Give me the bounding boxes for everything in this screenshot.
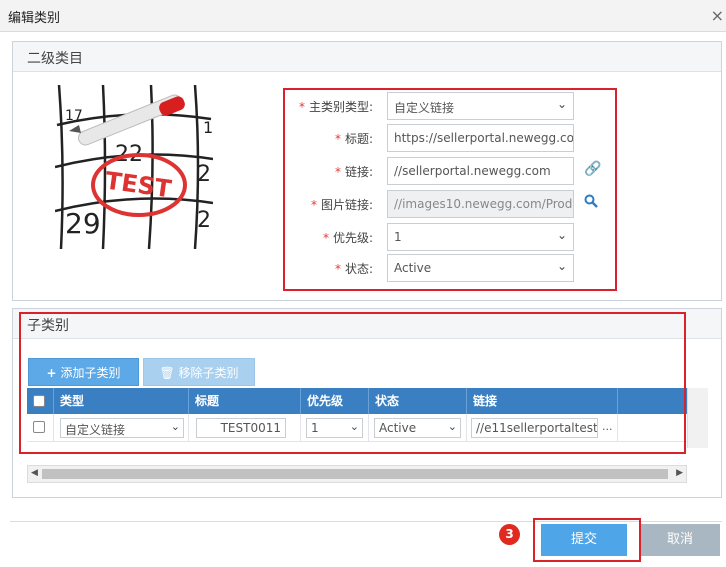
table-row: 自定义链接 ⌄ TEST0011 1 ⌄ Active ⌄ //e11sellerpo… [27, 414, 708, 442]
link-icon[interactable]: 🔗 [584, 161, 601, 177]
image-link-label: * 图片链接: [310, 198, 373, 212]
svg-text:1: 1 [203, 118, 213, 137]
search-icon[interactable] [584, 194, 598, 208]
status-select[interactable]: Active ⌄ [387, 254, 574, 282]
chevron-down-icon: ⌄ [556, 228, 567, 242]
column-header-extra [618, 388, 689, 414]
row-link-cell: //e11sellerportaltest.ne ... [467, 414, 618, 442]
form-row-main-type: * 主类别类型: 自定义链接 ⌄ [290, 92, 590, 120]
row-type-cell: 自定义链接 ⌄ [54, 414, 189, 442]
row-priority-select[interactable]: 1 ⌄ [306, 418, 363, 438]
form-row-priority: * 优先级: 1 ⌄ [290, 223, 590, 251]
grid-header: 类型 标题 优先级 状态 链接 [27, 388, 708, 414]
plus-icon: + [46, 366, 57, 380]
form-row-link: * 链接: //sellerportal.newegg.com 🔗 [290, 157, 601, 185]
row-checkbox[interactable] [33, 421, 45, 433]
dialog-title: 编辑类别 [8, 11, 61, 26]
priority-select[interactable]: 1 ⌄ [387, 223, 574, 251]
row-status-cell: Active ⌄ [369, 414, 467, 442]
chevron-down-icon: ⌄ [556, 259, 567, 273]
vertical-scrollbar[interactable] [687, 388, 708, 448]
link-label: * 链接: [334, 165, 373, 179]
svg-text:29: 29 [65, 207, 101, 240]
row-title-cell: TEST0011 [189, 414, 301, 442]
trash-icon: 🗑 [159, 366, 175, 380]
footer-divider [10, 521, 722, 522]
calendar-test-image: 17 1 22 2 29 2 TEST [55, 85, 213, 249]
svg-text:2: 2 [197, 208, 211, 233]
row-status-select[interactable]: Active ⌄ [374, 418, 461, 438]
scroll-left-icon[interactable]: ◀ [31, 468, 38, 478]
svg-text:2: 2 [197, 162, 211, 187]
title-label: * 标题: [334, 132, 373, 146]
row-link-input[interactable]: //e11sellerportaltest.ne [471, 418, 598, 438]
column-header-type[interactable]: 类型 [54, 388, 189, 414]
horizontal-scrollbar[interactable]: ◀ ▶ [27, 465, 687, 483]
title-input[interactable]: https://sellerportal.newegg.com [387, 124, 574, 152]
remove-subcategory-button[interactable]: 🗑 移除子类别 [143, 358, 255, 386]
priority-label: * 优先级: [322, 231, 373, 245]
row-select-cell [27, 414, 54, 442]
form-row-title: * 标题: https://sellerportal.newegg.com [290, 124, 590, 152]
submit-button[interactable]: 提交 [541, 524, 627, 556]
scroll-thumb[interactable] [42, 469, 668, 479]
row-priority-cell: 1 ⌄ [301, 414, 369, 442]
status-label: * 状态: [334, 262, 373, 276]
scroll-right-icon[interactable]: ▶ [676, 468, 683, 478]
row-extra-cell [618, 414, 689, 442]
row-title-input[interactable]: TEST0011 [196, 418, 286, 438]
panel-title: 二级类目 [27, 51, 83, 67]
header-select-cell [27, 388, 54, 414]
row-link-more-icon[interactable]: ... [602, 420, 613, 433]
image-link-input[interactable]: //images10.newegg.com/Produc [387, 190, 574, 218]
column-header-status[interactable]: 状态 [369, 388, 467, 414]
select-all-checkbox[interactable] [33, 395, 45, 407]
main-type-select[interactable]: 自定义链接 ⌄ [387, 92, 574, 120]
link-input[interactable]: //sellerportal.newegg.com [387, 157, 574, 185]
close-icon[interactable]: × [711, 6, 724, 25]
column-header-link[interactable]: 链接 [467, 388, 618, 414]
dialog-titlebar: 编辑类别 × [0, 0, 726, 32]
panel-header: 子类别 [13, 309, 721, 339]
panel-header: 二级类目 [13, 42, 721, 72]
main-type-label: * 主类别类型: [298, 100, 373, 114]
form-row-status: * 状态: Active ⌄ [290, 254, 590, 282]
step-badge: 3 [499, 524, 520, 545]
form-row-image-link: * 图片链接: //images10.newegg.com/Produc [290, 190, 598, 218]
column-header-priority[interactable]: 优先级 [301, 388, 369, 414]
chevron-down-icon: ⌄ [447, 420, 457, 433]
chevron-down-icon: ⌄ [556, 97, 567, 111]
column-header-title[interactable]: 标题 [189, 388, 301, 414]
cancel-button[interactable]: 取消 [640, 524, 720, 556]
chevron-down-icon: ⌄ [349, 420, 359, 433]
chevron-down-icon: ⌄ [170, 420, 180, 433]
row-type-select[interactable]: 自定义链接 ⌄ [60, 418, 184, 438]
svg-text:17: 17 [65, 108, 83, 124]
add-subcategory-button[interactable]: + 添加子类别 [28, 358, 139, 386]
panel-title: 子类别 [27, 318, 69, 334]
